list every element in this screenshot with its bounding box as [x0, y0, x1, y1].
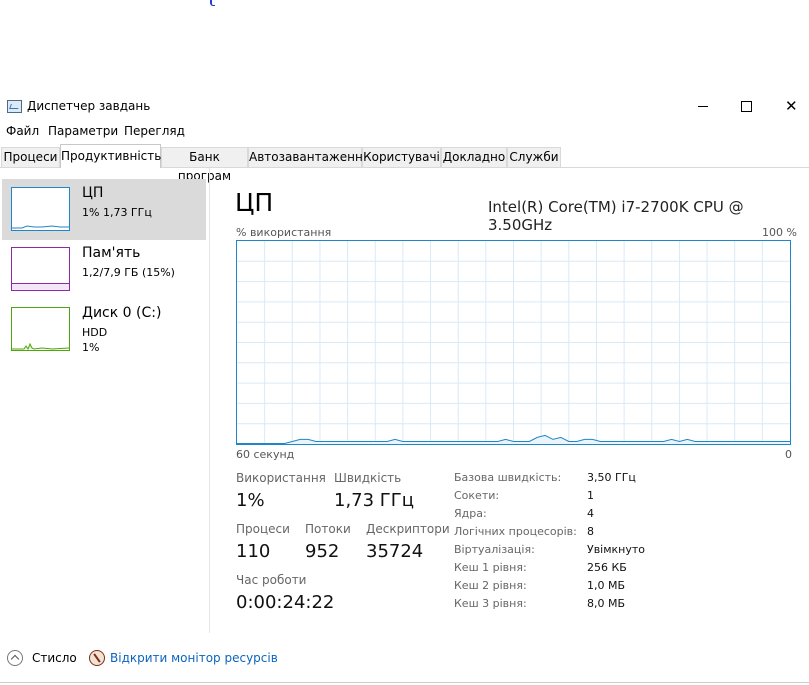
tab-details[interactable]: Докладно [441, 147, 507, 167]
detail-label: Кеш 3 рівня: [454, 597, 527, 610]
fewer-details-icon[interactable] [7, 650, 23, 666]
maximize-icon [741, 101, 752, 112]
detail-label: Віртуалізація: [454, 543, 535, 556]
maximize-button[interactable] [723, 95, 769, 119]
detail-value: 8,0 МБ [587, 597, 626, 610]
detail-value: 1,0 МБ [587, 579, 626, 592]
detail-value: 1 [587, 489, 594, 502]
usage-axis-label: % використання [236, 226, 332, 239]
speed-value: 1,73 ГГц [334, 490, 415, 511]
task-manager-icon [7, 100, 22, 113]
disk-thumbnail-graph [11, 307, 70, 351]
detail-value: 3,50 ГГц [587, 471, 636, 484]
detail-value: Увімкнуто [587, 543, 646, 556]
footer-divider [0, 682, 809, 683]
cpu-thumbnail-graph [11, 187, 70, 231]
stray-mark [210, 0, 215, 6]
tab-app-history[interactable]: Банк програм [161, 147, 248, 183]
detail-label: Логічних процесорів: [454, 525, 577, 538]
sidebar-item-disk-usage: 1% [82, 341, 100, 354]
sidebar-item-cpu-info: 1% 1,73 ГГц [82, 206, 152, 219]
tab-processes[interactable]: Процеси [1, 147, 60, 167]
menu-options[interactable]: Параметри [48, 124, 118, 138]
detail-value: 256 КБ [587, 561, 627, 574]
page-title: ЦП [235, 188, 274, 217]
max-axis-label: 100 % [762, 226, 797, 239]
usage-label: Використання [236, 471, 326, 485]
handles-label: Дескриптори [366, 522, 450, 536]
cpu-thumbnail-line [12, 225, 69, 229]
detail-value: 4 [587, 507, 594, 520]
processes-label: Процеси [236, 522, 290, 536]
sidebar-item-disk-type: HDD [82, 326, 108, 339]
detail-value: 8 [587, 525, 594, 538]
sidebar-item-disk[interactable]: Диск 0 (C:) HDD 1% [2, 299, 206, 360]
menu-file[interactable]: Файл [6, 124, 39, 138]
memory-thumbnail-fill [12, 283, 69, 290]
detail-label: Сокети: [454, 489, 500, 502]
cpu-usage-graph [236, 240, 791, 445]
uptime-label: Час роботи [236, 573, 307, 587]
sidebar-item-disk-name: Диск 0 (C:) [82, 305, 162, 321]
detail-label: Кеш 1 рівня: [454, 561, 527, 574]
tab-performance[interactable]: Продуктивність [60, 144, 161, 168]
cpu-usage-chart [237, 241, 790, 444]
disk-thumbnail-line [12, 342, 69, 350]
cpu-model-name: Intel(R) Core(TM) i7-2700K CPU @ 3.50GHz [488, 198, 744, 234]
window-title: Диспетчер завдань [27, 99, 151, 113]
menu-view[interactable]: Перегляд [124, 124, 185, 138]
usage-value: 1% [236, 490, 265, 511]
detail-label: Кеш 2 рівня: [454, 579, 527, 592]
detail-label: Ядра: [454, 507, 487, 520]
sidebar-item-memory[interactable]: Пам'ять 1,2/7,9 ГБ (15%) [2, 239, 206, 300]
close-button[interactable]: ✕ [767, 95, 809, 119]
threads-value: 952 [305, 541, 340, 562]
processes-value: 110 [236, 541, 271, 562]
sidebar-divider [209, 168, 210, 633]
fewer-details-button[interactable]: Стисло [32, 651, 77, 665]
sidebar-item-memory-info: 1,2/7,9 ГБ (15%) [82, 266, 175, 279]
detail-label: Базова швидкість: [454, 471, 562, 484]
resource-monitor-icon [89, 650, 105, 666]
tab-services[interactable]: Служби [507, 147, 561, 167]
tab-startup[interactable]: Автозавантаження [248, 147, 370, 167]
speed-label: Швидкість [334, 471, 402, 485]
open-resource-monitor-link[interactable]: Відкрити монітор ресурсів [110, 651, 278, 665]
memory-thumbnail-graph [11, 247, 70, 291]
close-icon: ✕ [785, 97, 798, 115]
threads-label: Потоки [305, 522, 351, 536]
sidebar-item-cpu[interactable]: ЦП 1% 1,73 ГГц [2, 179, 206, 240]
minimize-icon [698, 106, 708, 107]
minimize-button[interactable] [679, 95, 725, 119]
sidebar-item-cpu-name: ЦП [82, 185, 104, 201]
time-axis-label: 60 секунд [236, 448, 295, 461]
tab-users[interactable]: Користувачі [362, 147, 441, 167]
sidebar-item-memory-name: Пам'ять [82, 245, 141, 261]
handles-value: 35724 [366, 541, 424, 562]
zero-axis-label: 0 [785, 448, 792, 461]
uptime-value: 0:00:24:22 [236, 592, 335, 613]
